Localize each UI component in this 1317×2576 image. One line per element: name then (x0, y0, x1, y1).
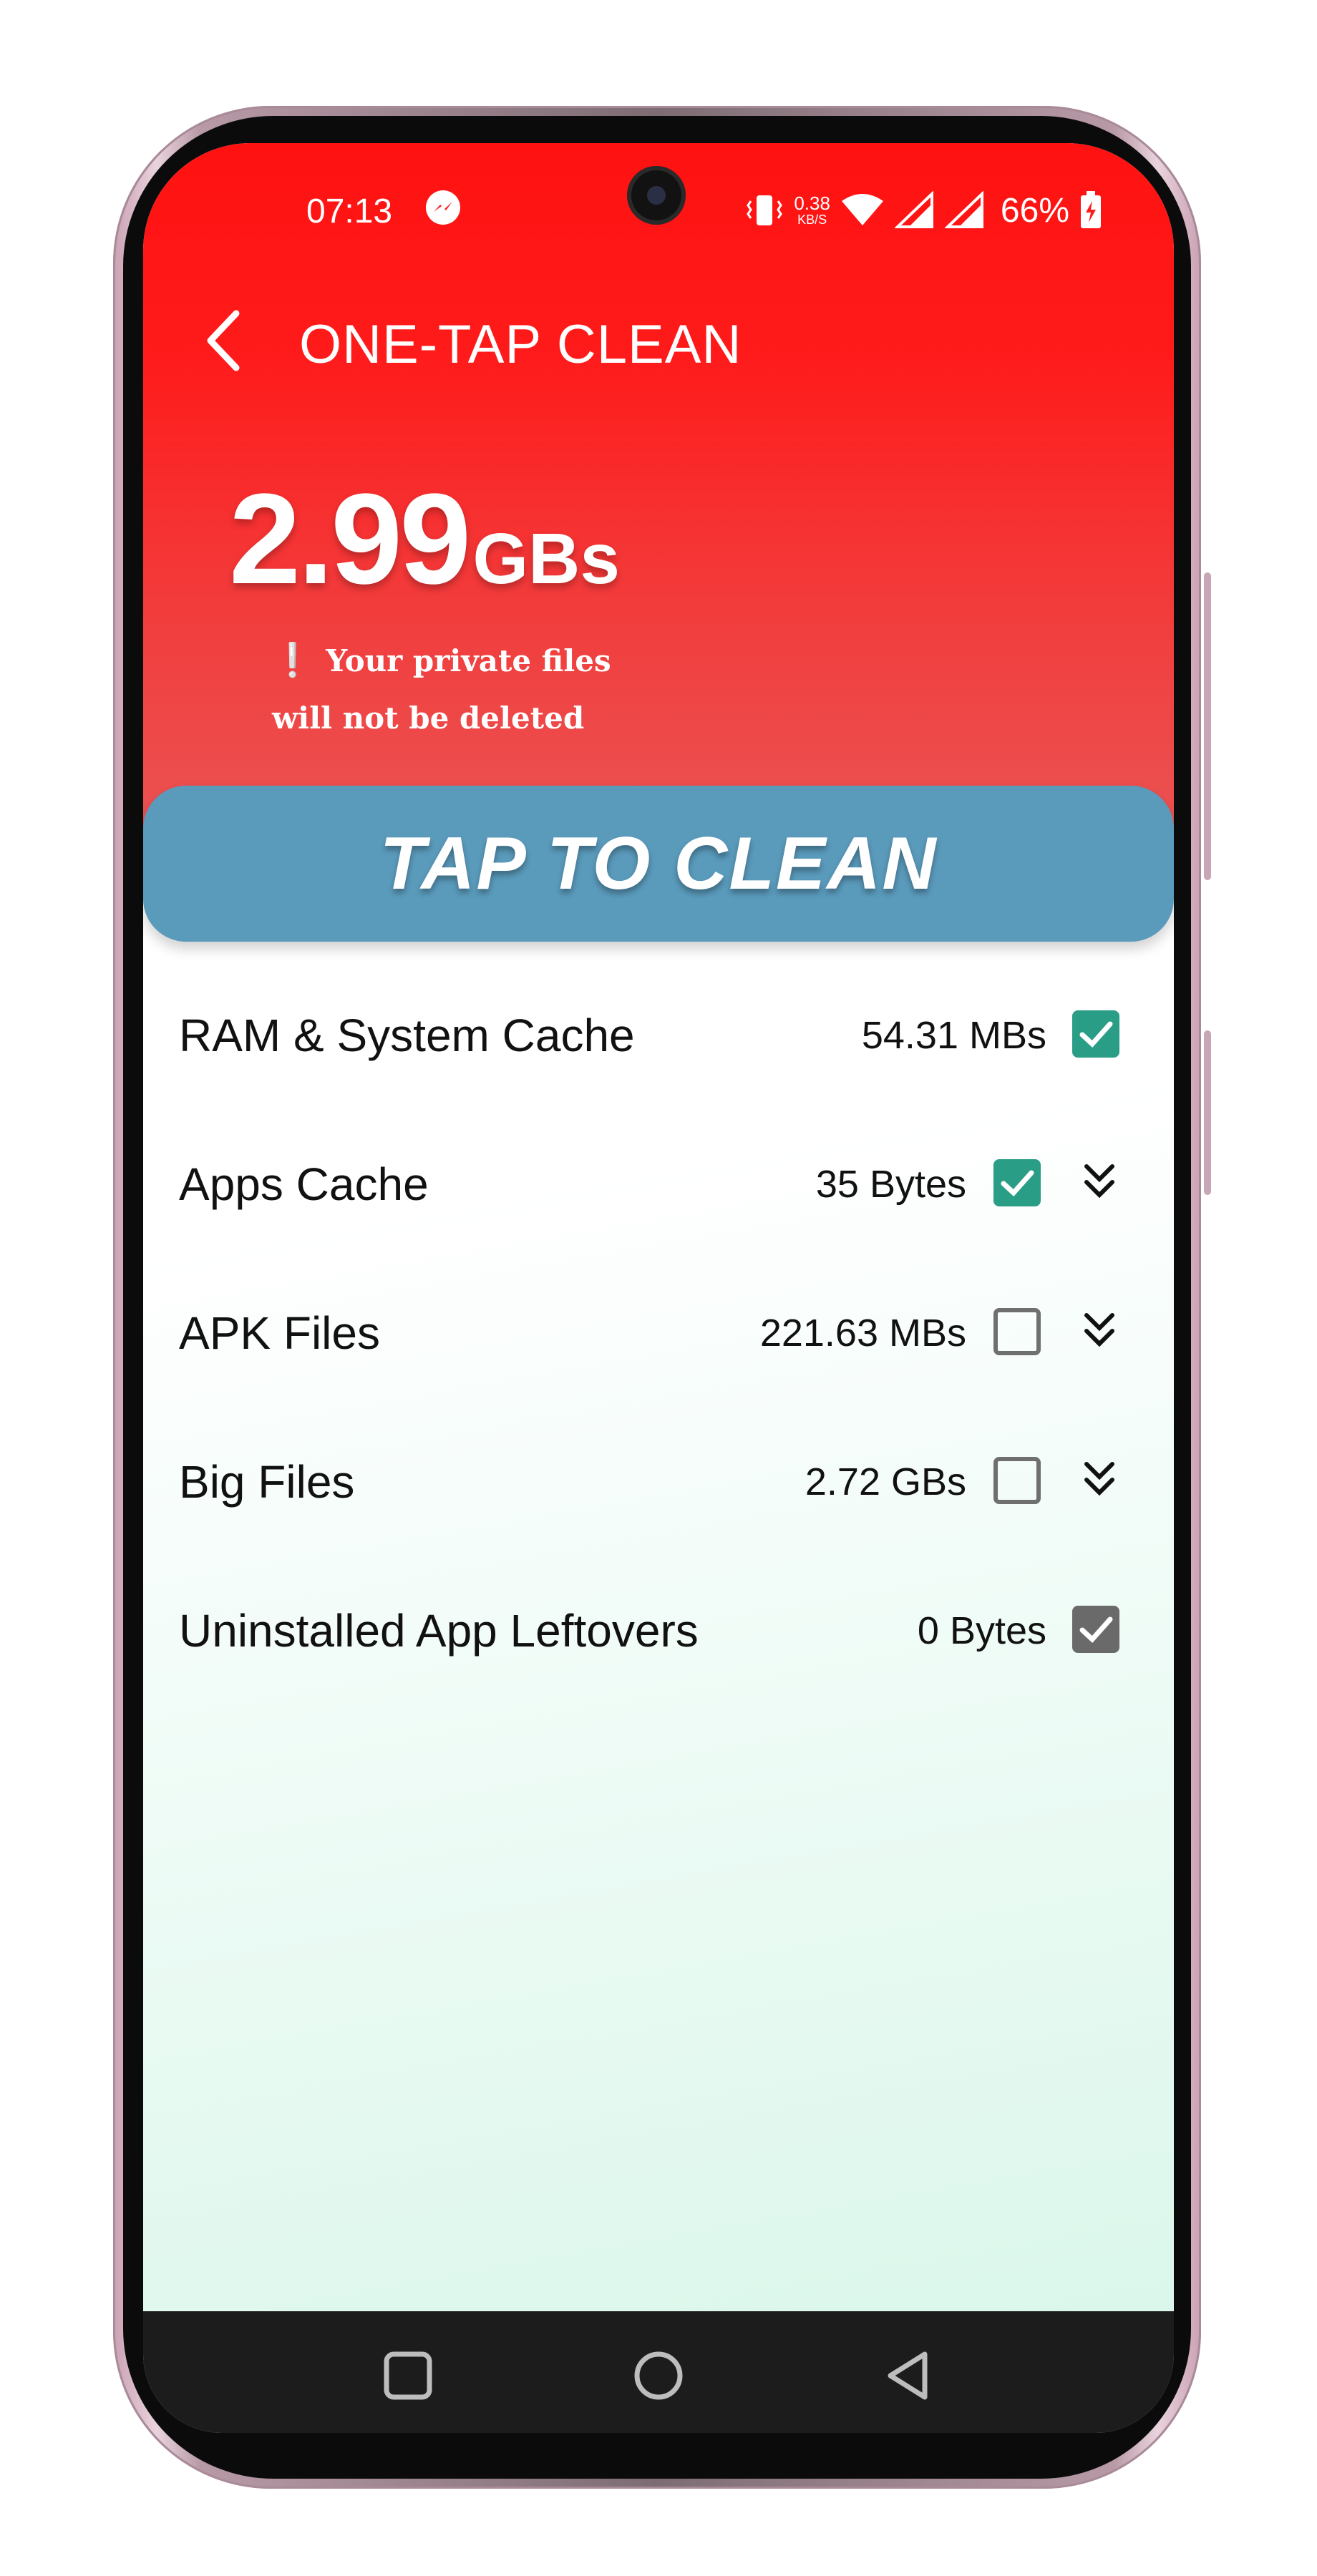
recents-icon[interactable] (379, 2347, 437, 2404)
item-checkbox[interactable] (1072, 1010, 1119, 1058)
item-label: RAM & System Cache (179, 1010, 635, 1061)
header: 07:13 0.38 KB/S 66% ONE-TAP CLEAN 2.99GB… (143, 143, 1174, 859)
exclamation-icon: ❕ (272, 640, 314, 679)
battery-percent: 66% (1000, 191, 1069, 230)
check-icon (1079, 1021, 1113, 1048)
tap-to-clean-label: TAP TO CLEAN (379, 821, 938, 905)
notice-line-2: will not be deleted (272, 701, 585, 736)
item-label: Uninstalled App Leftovers (179, 1605, 699, 1657)
list-item: RAM & System Cache 54.31 MBs (143, 980, 1174, 1088)
item-size: 0 Bytes (917, 1609, 1046, 1652)
power-button (1204, 1030, 1211, 1195)
app-screen: 07:13 0.38 KB/S 66% ONE-TAP CLEAN 2.99GB… (143, 143, 1174, 2433)
item-label: Apps Cache (179, 1158, 429, 1210)
network-speed: 0.38 KB/S (794, 194, 830, 227)
back-nav-icon[interactable] (880, 2347, 938, 2404)
item-checkbox[interactable] (993, 1308, 1041, 1355)
status-time: 07:13 (306, 192, 393, 230)
signal-icon (894, 191, 933, 228)
wifi-icon (841, 194, 883, 225)
status-icons: 0.38 KB/S 66% (745, 189, 1102, 232)
check-icon (1001, 1170, 1034, 1196)
item-size: 2.72 GBs (805, 1460, 966, 1503)
battery-charging-icon (1081, 191, 1101, 228)
list-item: Uninstalled App Leftovers 0 Bytes (143, 1576, 1174, 1683)
list-item: APK Files 221.63 MBs (143, 1278, 1174, 1385)
item-checkbox[interactable] (1072, 1606, 1119, 1653)
junk-size-unit: GBs (472, 519, 620, 599)
item-checkbox[interactable] (993, 1159, 1041, 1206)
chevron-double-down-icon[interactable] (1078, 1457, 1121, 1504)
messenger-icon (426, 190, 460, 225)
volume-button (1204, 572, 1211, 880)
vibrate-icon (747, 195, 783, 225)
notice-line-1: Your private files (326, 643, 611, 678)
page-title: ONE-TAP CLEAN (299, 314, 742, 375)
check-icon (1079, 1616, 1113, 1643)
junk-size-value: 2.99 (229, 467, 471, 611)
junk-size: 2.99GBs (229, 465, 620, 613)
item-size: 35 Bytes (815, 1163, 966, 1206)
signal-icon-2 (944, 191, 983, 228)
item-checkbox[interactable] (993, 1457, 1041, 1504)
home-icon[interactable] (630, 2347, 687, 2404)
item-label: Big Files (179, 1456, 355, 1508)
front-camera (627, 166, 686, 225)
speed-unit: KB/S (797, 213, 827, 227)
item-size: 54.31 MBs (861, 1014, 1046, 1057)
chevron-double-down-icon[interactable] (1078, 1159, 1121, 1206)
item-size: 221.63 MBs (759, 1312, 966, 1355)
status-bar: 07:13 0.38 KB/S 66% (143, 143, 1174, 232)
speed-value: 0.38 (794, 192, 830, 214)
back-arrow-icon[interactable] (199, 305, 249, 376)
list-item: Big Files 2.72 GBs (143, 1427, 1174, 1534)
system-nav-bar (143, 2311, 1174, 2433)
privacy-notice: ❕ Your private files will not be deleted (272, 631, 611, 747)
item-label: APK Files (179, 1307, 380, 1359)
chevron-double-down-icon[interactable] (1078, 1308, 1121, 1355)
list-item: Apps Cache 35 Bytes (143, 1129, 1174, 1236)
tap-to-clean-button[interactable]: TAP TO CLEAN (143, 786, 1174, 942)
